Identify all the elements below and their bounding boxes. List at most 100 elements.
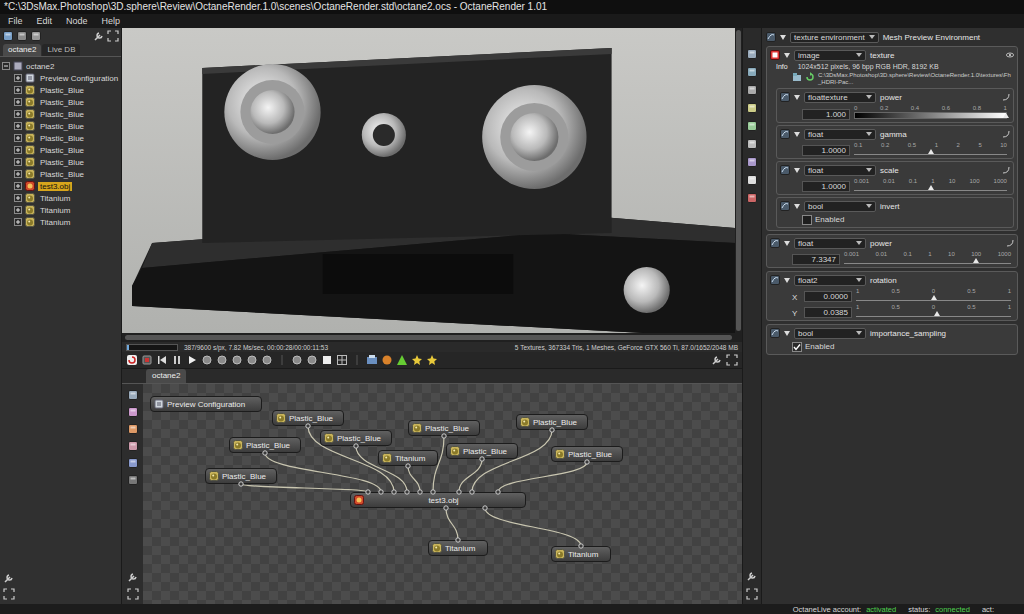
node-wire[interactable] xyxy=(241,484,368,492)
graph-tab[interactable]: octane2 xyxy=(146,369,186,383)
sep-icon[interactable] xyxy=(276,354,288,366)
dark-icon[interactable] xyxy=(321,354,333,366)
tree-item[interactable]: Titanium xyxy=(2,204,119,216)
output-pin[interactable] xyxy=(239,482,243,486)
graph-tool-0-icon[interactable] xyxy=(127,389,139,401)
grid-icon[interactable] xyxy=(336,354,348,366)
expand-toggle-icon[interactable] xyxy=(14,218,22,226)
connector-icon[interactable] xyxy=(770,275,780,285)
slider-handle[interactable] xyxy=(973,258,979,263)
graph-tool-4-icon[interactable] xyxy=(127,457,139,469)
output-pin[interactable] xyxy=(550,428,554,432)
graph-node[interactable]: Plastic_Blue xyxy=(272,410,344,426)
input-pin[interactable] xyxy=(483,506,487,510)
output-pin[interactable] xyxy=(480,457,484,461)
grey-icon[interactable] xyxy=(201,354,213,366)
graph-node[interactable]: Plastic_Blue xyxy=(320,430,392,446)
horizontal-scrollbar[interactable] xyxy=(122,333,742,342)
connector-icon[interactable] xyxy=(770,328,780,338)
input-pin[interactable] xyxy=(418,490,422,494)
load-file-icon[interactable] xyxy=(792,72,802,82)
grey-icon[interactable] xyxy=(306,354,318,366)
expand-toggle-icon[interactable] xyxy=(14,86,22,94)
expand-icon[interactable] xyxy=(726,354,738,366)
sep-icon[interactable] xyxy=(351,354,363,366)
slider-track[interactable] xyxy=(856,311,1011,317)
scene-tab[interactable]: Live DB xyxy=(42,44,80,56)
type-dropdown[interactable]: texture environment xyxy=(790,32,879,43)
output-pin[interactable] xyxy=(585,460,589,464)
curve-icon[interactable] xyxy=(1002,130,1010,138)
output-pin[interactable] xyxy=(579,544,583,548)
tree-item[interactable]: Titanium xyxy=(2,192,119,204)
type-dropdown[interactable]: float2 xyxy=(794,275,866,286)
output-pin[interactable] xyxy=(263,451,267,455)
wrench-icon[interactable] xyxy=(711,354,723,366)
slider-handle[interactable] xyxy=(928,185,934,190)
slider-handle[interactable] xyxy=(931,295,937,300)
expand-toggle-icon[interactable] xyxy=(14,170,22,178)
output-pin[interactable] xyxy=(306,424,310,428)
connector-icon[interactable] xyxy=(780,129,790,139)
inspector-tool-5-icon[interactable] xyxy=(746,138,758,150)
tree-item[interactable]: Plastic_Blue xyxy=(2,96,119,108)
grey-icon[interactable] xyxy=(246,354,258,366)
collapse-arrow-icon[interactable] xyxy=(784,241,790,246)
type-dropdown[interactable]: floattexture xyxy=(804,92,876,103)
wrench-icon[interactable] xyxy=(127,571,139,583)
tree-item[interactable]: test3.obj xyxy=(2,180,119,192)
slider[interactable]: 0.10.20.512510 xyxy=(854,142,1010,156)
expand-toggle-icon[interactable] xyxy=(14,134,22,142)
graph-node[interactable]: Plastic_Blue xyxy=(551,446,623,462)
orange-icon[interactable] xyxy=(381,354,393,366)
slider-track[interactable] xyxy=(856,295,1011,301)
expand-toggle-icon[interactable] xyxy=(14,98,22,106)
wrench-icon[interactable] xyxy=(3,572,15,584)
graph-node[interactable]: test3.obj xyxy=(350,492,526,508)
green-icon[interactable] xyxy=(396,354,408,366)
scene-tab[interactable]: octane2 xyxy=(3,44,41,56)
graph-tool-2-icon[interactable] xyxy=(127,423,139,435)
inspector-tool-8-icon[interactable] xyxy=(746,192,758,204)
connector-icon[interactable] xyxy=(770,238,780,248)
tree-item[interactable]: Plastic_Blue xyxy=(2,132,119,144)
slider[interactable]: 00.20.40.60.81 xyxy=(854,105,1010,120)
node-wire[interactable] xyxy=(459,459,482,492)
type-dropdown[interactable]: float xyxy=(804,165,876,176)
graph-node[interactable]: Plastic_Blue xyxy=(205,468,277,484)
input-pin[interactable] xyxy=(392,490,396,494)
expand-toggle-icon[interactable] xyxy=(14,110,22,118)
slider[interactable]: 0.0010.010.11101001000 xyxy=(854,178,1010,192)
grey-icon[interactable] xyxy=(261,354,273,366)
image-texture-icon[interactable] xyxy=(770,50,780,60)
connector-icon[interactable] xyxy=(766,32,776,42)
expand-icon[interactable] xyxy=(107,30,119,42)
eye-icon[interactable] xyxy=(1006,51,1014,59)
tree-item[interactable]: Plastic_Blue xyxy=(2,156,119,168)
node-canvas[interactable]: Preview Configuration Plastic_Blue Plast… xyxy=(143,384,742,604)
reset-icon[interactable] xyxy=(126,354,138,366)
expand-toggle-icon[interactable] xyxy=(14,74,22,82)
output-pin[interactable] xyxy=(354,444,358,448)
graph-node[interactable]: Titanium xyxy=(378,450,438,466)
inspector-tool-2-icon[interactable] xyxy=(746,84,758,96)
collapse-arrow-icon[interactable] xyxy=(794,204,800,209)
collapse-arrow-icon[interactable] xyxy=(780,35,786,40)
slider-handle[interactable] xyxy=(934,311,940,316)
expand-toggle-icon[interactable] xyxy=(14,194,22,202)
inspector-tool-7-icon[interactable] xyxy=(746,174,758,186)
graph-node[interactable]: Preview Configuration xyxy=(150,396,262,412)
slider[interactable]: 10.500.51 xyxy=(856,304,1014,318)
yellow-icon[interactable] xyxy=(411,354,423,366)
menu-item[interactable]: Help xyxy=(102,16,121,26)
grey-icon[interactable] xyxy=(291,354,303,366)
input-pin[interactable] xyxy=(457,490,461,494)
collapse-arrow-icon[interactable] xyxy=(784,331,790,336)
node-wire[interactable] xyxy=(408,466,420,492)
connector-icon[interactable] xyxy=(780,201,790,211)
collapse-arrow-icon[interactable] xyxy=(794,95,800,100)
menu-item[interactable]: Node xyxy=(66,16,88,26)
yellow-icon[interactable] xyxy=(426,354,438,366)
expand-toggle-icon[interactable] xyxy=(14,158,22,166)
collapse-arrow-icon[interactable] xyxy=(794,168,800,173)
